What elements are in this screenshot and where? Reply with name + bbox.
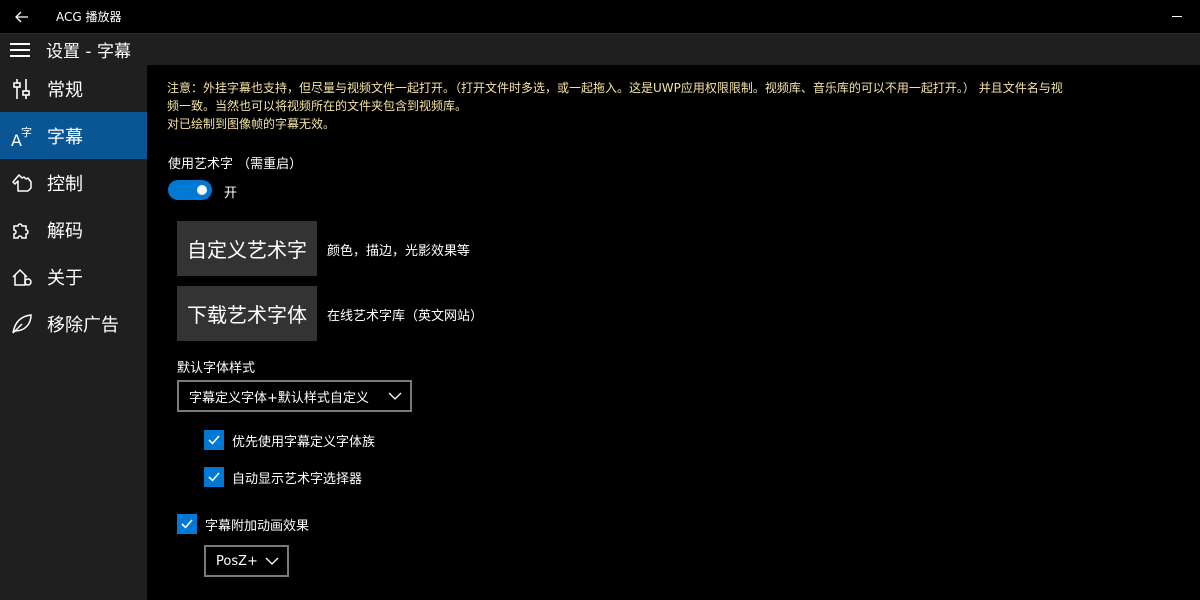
sidebar-item-label: 常规 <box>47 79 83 101</box>
sidebar-item-general[interactable]: 常规 <box>0 65 147 112</box>
art-font-label: 使用艺术字 （需重启） <box>168 157 303 172</box>
auto-show-selector-row[interactable]: 自动显示艺术字选择器 <box>204 467 362 487</box>
sidebar-item-label: 控制 <box>47 173 83 195</box>
checkmark-icon <box>208 472 220 482</box>
header-bar: 设置 - 字幕 <box>0 33 1200 65</box>
checkmark-icon <box>181 519 193 529</box>
notice-text: 注意：外挂字幕也支持，但尽量与视频文件一起打开。（打开文件时多选，或一起拖入。这… <box>167 81 1063 131</box>
subtitle-animation-row[interactable]: 字幕附加动画效果 <box>177 514 309 534</box>
default-style-label: 默认字体样式 <box>177 361 256 376</box>
leaf-icon <box>0 300 44 347</box>
about-icon <box>0 253 44 300</box>
custom-art-font-desc: 颜色，描边，光影效果等 <box>327 244 471 259</box>
prefer-font-family-checkbox[interactable] <box>204 430 224 450</box>
art-font-toggle[interactable] <box>168 180 212 200</box>
back-button[interactable] <box>0 0 44 33</box>
dropdown-value: PosZ+ <box>216 553 258 569</box>
chevron-down-icon <box>388 392 402 400</box>
sidebar-item-label: 字幕 <box>47 126 83 148</box>
sidebar: 常规 A 字 字幕 控制 解码 关于 移除广告 <box>0 65 147 600</box>
hamburger-icon <box>10 42 30 45</box>
sidebar-item-control[interactable]: 控制 <box>0 159 147 206</box>
app-title: ACG 播放器 <box>56 10 122 24</box>
download-font-desc: 在线艺术字库（英文网站） <box>327 309 484 324</box>
custom-art-font-button[interactable]: 自定义艺术字 <box>177 221 317 276</box>
download-font-button[interactable]: 下载艺术字体 <box>177 286 317 341</box>
puzzle-icon <box>0 206 44 253</box>
svg-text:字: 字 <box>21 125 32 139</box>
sidebar-item-about[interactable]: 关于 <box>0 253 147 300</box>
minimize-icon <box>1172 16 1182 17</box>
subtitle-icon: A 字 <box>0 112 44 159</box>
checkmark-icon <box>208 435 220 445</box>
sidebar-item-decode[interactable]: 解码 <box>0 206 147 253</box>
checkbox-label: 自动显示艺术字选择器 <box>232 471 363 487</box>
prefer-font-family-row[interactable]: 优先使用字幕定义字体族 <box>204 430 375 450</box>
animation-dropdown[interactable]: PosZ+ <box>204 545 289 577</box>
back-arrow-icon <box>15 11 28 22</box>
dropdown-value: 字幕定义字体+默认样式自定义 <box>189 390 369 406</box>
sidebar-item-subtitle[interactable]: A 字 字幕 <box>0 112 147 159</box>
sidebar-item-label: 关于 <box>47 267 83 289</box>
checkbox-label: 优先使用字幕定义字体族 <box>232 434 376 450</box>
toggle-state-label: 开 <box>224 186 238 201</box>
sidebar-item-label: 解码 <box>47 220 83 242</box>
sidebar-item-label: 移除广告 <box>47 314 119 336</box>
toggle-knob <box>197 185 207 195</box>
settings-content: 注意：外挂字幕也支持，但尽量与视频文件一起打开。（打开文件时多选，或一起拖入。这… <box>147 65 1200 600</box>
chevron-down-icon <box>265 557 279 565</box>
hamburger-menu-button[interactable] <box>0 34 40 66</box>
checkbox-label: 字幕附加动画效果 <box>205 518 310 534</box>
title-bar: ACG 播放器 <box>0 0 1200 33</box>
sidebar-item-remove-ads[interactable]: 移除广告 <box>0 300 147 347</box>
subtitle-animation-checkbox[interactable] <box>177 514 197 534</box>
sliders-icon <box>0 65 44 112</box>
hand-icon <box>0 159 44 206</box>
auto-show-selector-checkbox[interactable] <box>204 467 224 487</box>
default-style-dropdown[interactable]: 字幕定义字体+默认样式自定义 <box>177 380 412 412</box>
page-title: 设置 - 字幕 <box>46 42 131 62</box>
minimize-button[interactable] <box>1154 0 1200 33</box>
